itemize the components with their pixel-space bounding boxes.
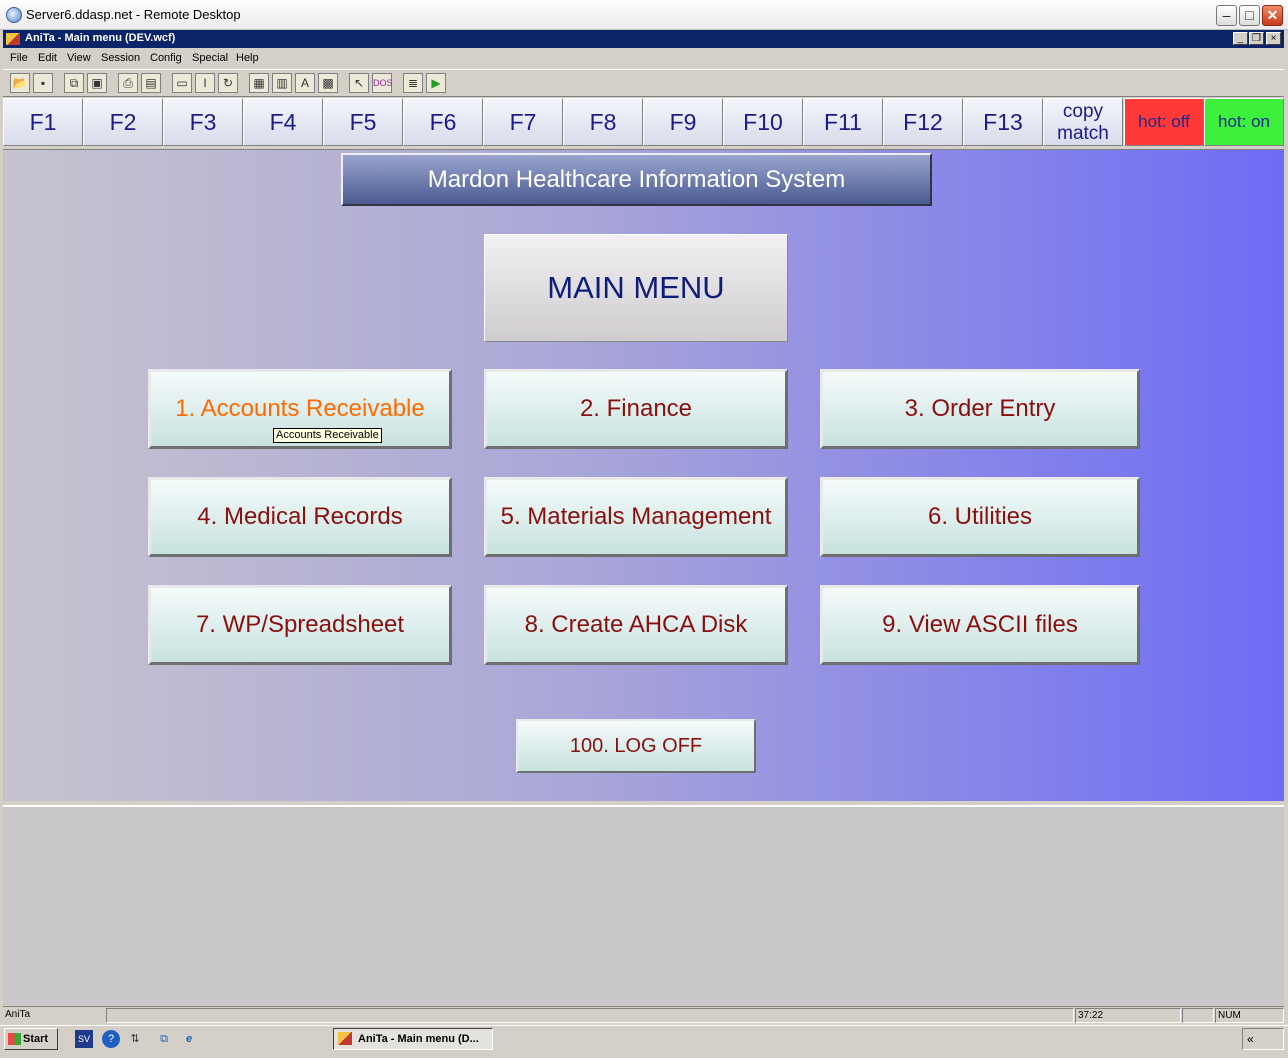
form-edit-icon[interactable]: ▥: [272, 73, 292, 93]
print-preview-icon[interactable]: ▤: [141, 73, 161, 93]
dos-icon[interactable]: DOS: [372, 73, 393, 93]
copy-match-line1: copy: [1062, 101, 1104, 122]
view-ascii-files-button[interactable]: 9. View ASCII files: [820, 585, 1140, 665]
save-icon[interactable]: ▪: [33, 73, 53, 93]
anita-app-icon: [6, 33, 20, 45]
copy-icon[interactable]: ⧉: [64, 73, 84, 93]
print-icon[interactable]: ⎙: [118, 73, 138, 93]
font-icon[interactable]: A: [295, 73, 315, 93]
text-icon[interactable]: I: [195, 73, 215, 93]
fkey-f7[interactable]: F7: [483, 98, 563, 146]
fkey-f10[interactable]: F10: [723, 98, 803, 146]
order-entry-button[interactable]: 3. Order Entry: [820, 369, 1140, 449]
run-icon[interactable]: ▶: [426, 73, 446, 93]
fkey-f8[interactable]: F8: [563, 98, 643, 146]
anita-taskbar-icon: [338, 1032, 352, 1045]
fkey-f4[interactable]: F4: [243, 98, 323, 146]
fkey-f5[interactable]: F5: [323, 98, 403, 146]
fkey-f6[interactable]: F6: [403, 98, 483, 146]
fkey-f1[interactable]: F1: [3, 98, 83, 146]
app-minimize-button[interactable]: _: [1233, 32, 1248, 45]
status-num: NUM: [1215, 1008, 1284, 1023]
materials-management-button[interactable]: 5. Materials Management: [484, 477, 788, 557]
rdp-title-bar[interactable]: Server6.ddasp.net - Remote Desktop: [0, 0, 1288, 30]
fkey-f2[interactable]: F2: [83, 98, 163, 146]
system-tray[interactable]: «: [1242, 1028, 1284, 1050]
status-time: 37:22: [1075, 1008, 1181, 1023]
menu-help[interactable]: Help: [236, 52, 259, 64]
tooltip: Accounts Receivable: [273, 428, 382, 443]
create-ahca-disk-button[interactable]: 8. Create AHCA Disk: [484, 585, 788, 665]
finance-button[interactable]: 2. Finance: [484, 369, 788, 449]
lower-panel: [3, 805, 1284, 1005]
pointer-icon[interactable]: ↖: [349, 73, 369, 93]
menu-file[interactable]: File: [10, 52, 28, 64]
grid-icon[interactable]: ▩: [318, 73, 338, 93]
status-message: [106, 1008, 1074, 1023]
open-folder-icon[interactable]: 📂: [10, 73, 30, 93]
form-icon[interactable]: ▦: [249, 73, 269, 93]
windows-logo-icon: [8, 1033, 21, 1045]
status-blank: [1182, 1008, 1214, 1023]
app-title-bar[interactable]: AniTa - Main menu (DEV.wcf): [3, 30, 1284, 48]
internet-explorer-icon[interactable]: e: [180, 1030, 198, 1048]
paste-icon[interactable]: ▣: [87, 73, 107, 93]
fkey-f3[interactable]: F3: [163, 98, 243, 146]
close-button[interactable]: ✕: [1262, 5, 1283, 26]
fkey-f13[interactable]: F13: [963, 98, 1043, 146]
show-desktop-icon[interactable]: ⧉: [155, 1030, 173, 1048]
app-close-button[interactable]: ×: [1266, 32, 1281, 45]
refresh-icon[interactable]: ↻: [218, 73, 238, 93]
select-icon[interactable]: ▭: [172, 73, 192, 93]
help-icon[interactable]: ?: [102, 1030, 120, 1048]
app-window-title: AniTa - Main menu (DEV.wcf): [25, 32, 176, 44]
minimize-button[interactable]: –: [1216, 5, 1237, 26]
log-off-button[interactable]: 100. LOG OFF: [516, 719, 756, 773]
fkey-f9[interactable]: F9: [643, 98, 723, 146]
main-menu-title: MAIN MENU: [484, 234, 788, 342]
menu-config[interactable]: Config: [150, 52, 182, 64]
utilities-button[interactable]: 6. Utilities: [820, 477, 1140, 557]
rdp-window-title: Server6.ddasp.net - Remote Desktop: [26, 7, 241, 22]
sv-quicklaunch-icon[interactable]: SV: [75, 1030, 93, 1048]
status-app-name: AniTa: [5, 1009, 31, 1020]
menu-session[interactable]: Session: [101, 52, 140, 64]
hot-on-button[interactable]: hot: on: [1204, 98, 1284, 146]
remote-desktop-icon: [6, 7, 22, 23]
medical-records-button[interactable]: 4. Medical Records: [148, 477, 452, 557]
wp-spreadsheet-button[interactable]: 7. WP/Spreadsheet: [148, 585, 452, 665]
database-icon[interactable]: ≣: [403, 73, 423, 93]
fkey-f12[interactable]: F12: [883, 98, 963, 146]
hot-off-button[interactable]: hot: off: [1124, 98, 1204, 146]
app-restore-button[interactable]: ❐: [1249, 32, 1264, 45]
network-icon[interactable]: ⇅: [126, 1030, 144, 1048]
menu-special[interactable]: Special: [192, 52, 228, 64]
taskbar-anita-button[interactable]: AniTa - Main menu (D...: [333, 1028, 493, 1050]
copy-match-line2: match: [1057, 123, 1109, 144]
copy-match-button[interactable]: copy match: [1043, 98, 1123, 146]
fkey-f11[interactable]: F11: [803, 98, 883, 146]
menu-edit[interactable]: Edit: [38, 52, 57, 64]
menu-view[interactable]: View: [67, 52, 91, 64]
system-title: Mardon Healthcare Information System: [341, 153, 932, 206]
tray-expand-icon[interactable]: «: [1247, 1032, 1254, 1046]
maximize-button[interactable]: □: [1239, 5, 1260, 26]
menubar: File Edit View Session Config Special He…: [3, 48, 1284, 68]
